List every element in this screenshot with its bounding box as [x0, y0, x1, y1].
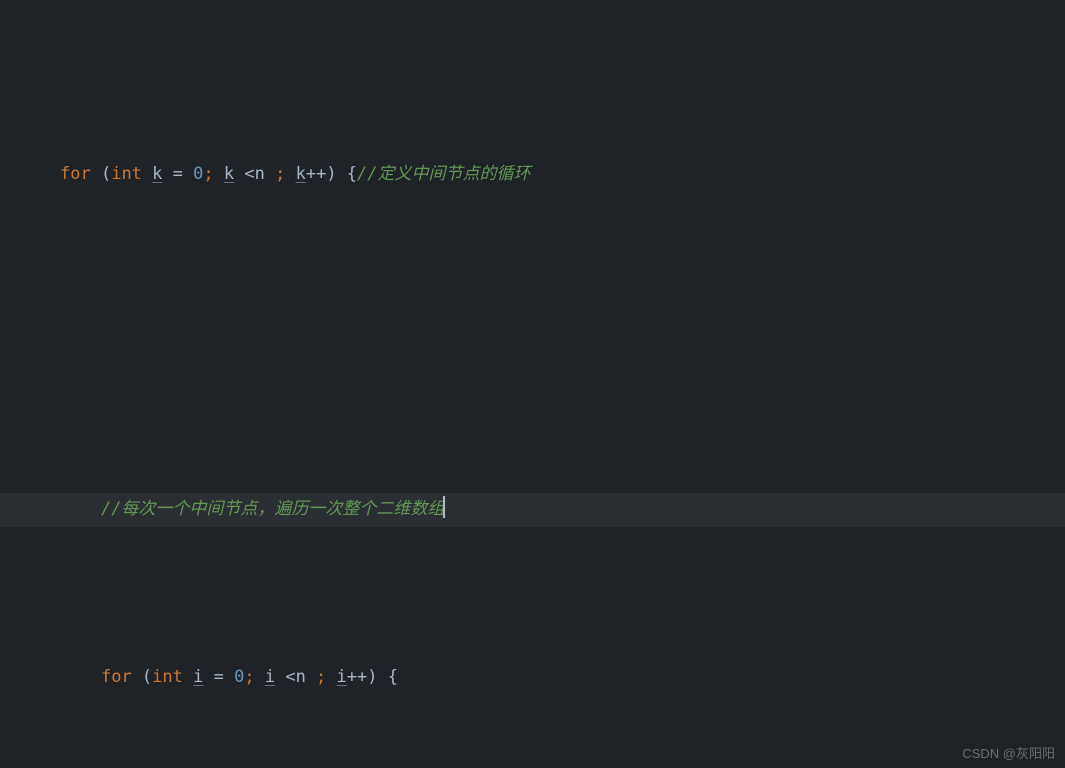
code-line: for (int i = 0; i <n ; i++) { — [0, 661, 1065, 695]
keyword-for: for — [60, 164, 91, 184]
code-editor: for (int k = 0; k <n ; k++) {//定义中间节点的循环… — [0, 0, 1065, 768]
var-k: k — [152, 164, 162, 184]
code-line-blank — [0, 326, 1065, 360]
text-caret — [443, 496, 445, 518]
comment: //每次一个中间节点，遍历一次整个二维数组 — [101, 499, 444, 519]
code-line: for (int k = 0; k <n ; k++) {//定义中间节点的循环 — [0, 158, 1065, 192]
code-line-active: //每次一个中间节点，遍历一次整个二维数组 — [0, 493, 1065, 527]
keyword-int: int — [111, 164, 142, 184]
number-zero: 0 — [193, 164, 203, 184]
watermark-text: CSDN @灰阳阳 — [962, 743, 1055, 762]
comment: //定义中间节点的循环 — [357, 164, 530, 184]
